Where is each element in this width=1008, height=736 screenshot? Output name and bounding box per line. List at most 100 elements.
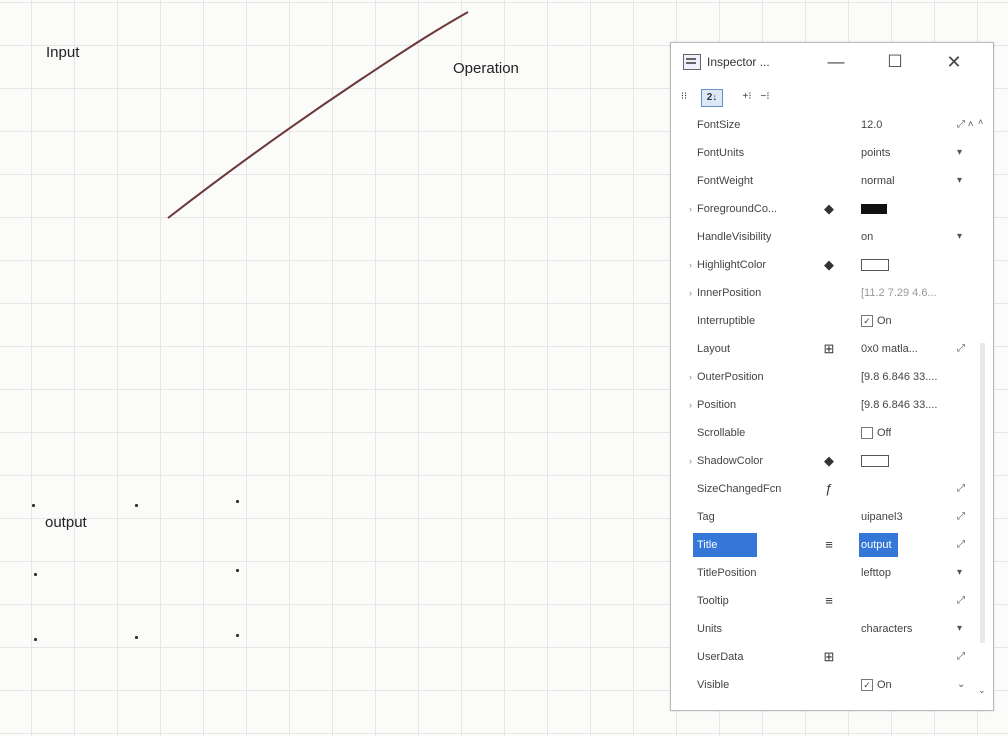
scroll-up-icon[interactable]: ˄ xyxy=(978,117,983,127)
property-value[interactable]: [9.8 6.846 33.... xyxy=(861,365,937,389)
property-value[interactable]: lefttop xyxy=(861,561,891,585)
property-row[interactable]: FontSize 12.0 ⤢ ˄ xyxy=(671,113,993,137)
property-value[interactable]: 12.0 xyxy=(861,113,882,137)
property-edit-icon[interactable]: ▾ xyxy=(957,169,962,193)
property-row[interactable]: Interruptible ✓ On xyxy=(671,309,993,333)
resize-handle[interactable] xyxy=(32,504,35,507)
property-row[interactable]: Visible ✓ On ⌄ xyxy=(671,673,993,697)
property-checkbox[interactable]: ✓ On xyxy=(861,673,892,697)
property-row[interactable]: HandleVisibility on ▾ xyxy=(671,225,993,249)
expand-arrow-icon[interactable]: › xyxy=(689,365,692,389)
property-edit-icon[interactable]: ⌄ xyxy=(957,673,965,697)
property-edit-icon[interactable]: ▾ xyxy=(957,225,962,249)
property-name: Tooltip xyxy=(697,595,729,607)
property-row[interactable]: Title ≡ output ⤢ xyxy=(671,533,993,557)
property-edit-icon[interactable]: ⤢ xyxy=(957,533,965,557)
minimize-button[interactable]: — xyxy=(821,49,851,75)
resize-handle[interactable] xyxy=(236,569,239,572)
property-edit-icon[interactable]: ⤢ xyxy=(957,645,965,669)
property-value[interactable]: normal xyxy=(861,169,895,193)
text-lines-icon[interactable]: ≡ xyxy=(821,589,837,613)
color-swatch-box[interactable] xyxy=(861,204,887,215)
property-row[interactable]: › ShadowColor ◆ xyxy=(671,449,993,473)
resize-handle[interactable] xyxy=(236,634,239,637)
property-name: Scrollable xyxy=(697,427,746,439)
property-row[interactable]: Layout ⊞ 0x0 matla... ⤢ xyxy=(671,337,993,361)
property-scrollbar[interactable]: ˄ ⌄ xyxy=(975,113,991,705)
property-row[interactable]: › Position [9.8 6.846 33.... xyxy=(671,393,993,417)
output-panel-title[interactable]: output xyxy=(45,514,87,531)
property-row[interactable]: UserData ⊞ ⤢ xyxy=(671,645,993,669)
property-name: Units xyxy=(697,623,723,635)
collapse-all-icon[interactable]: −⁝ xyxy=(757,89,773,105)
resize-handle[interactable] xyxy=(34,573,37,576)
inspector-titlebar[interactable]: Inspector ... — ☐ ✕ xyxy=(671,43,993,83)
property-edit-icon[interactable]: ⤢ xyxy=(957,505,965,529)
property-value[interactable]: [9.8 6.846 33.... xyxy=(861,393,937,417)
property-value[interactable]: on xyxy=(861,225,873,249)
color-swatch[interactable] xyxy=(861,449,889,473)
scroll-down-icon[interactable]: ⌄ xyxy=(978,685,986,696)
property-row[interactable]: Units characters ▾ xyxy=(671,617,993,641)
property-inspector-window[interactable]: Inspector ... — ☐ ✕ ⁝⁝ 2↓ +⁝ −⁝ FontSize… xyxy=(670,42,994,711)
property-checkbox[interactable]: Off xyxy=(861,421,891,445)
property-value[interactable]: 0x0 matla... xyxy=(861,337,918,361)
checkbox-icon[interactable]: ✓ xyxy=(861,679,873,692)
sort-alphabetical-icon[interactable]: 2↓ xyxy=(701,89,723,107)
property-row[interactable]: Tooltip ≡ ⤢ xyxy=(671,589,993,613)
property-checkbox[interactable]: ✓ On xyxy=(861,309,892,333)
paint-bucket-icon[interactable]: ◆ xyxy=(821,197,837,221)
resize-handle[interactable] xyxy=(236,500,239,503)
expand-arrow-icon[interactable]: › xyxy=(689,281,692,305)
categorized-view-icon[interactable]: ⁝⁝ xyxy=(677,89,691,105)
text-lines-icon[interactable]: ≡ xyxy=(821,533,837,557)
property-row[interactable]: › ForegroundCo... ◆ xyxy=(671,197,993,221)
property-name: ShadowColor xyxy=(697,455,764,467)
close-button[interactable]: ✕ xyxy=(939,49,969,75)
color-swatch[interactable] xyxy=(861,197,887,221)
expand-arrow-icon[interactable]: › xyxy=(689,449,692,473)
property-value[interactable]: uipanel3 xyxy=(861,505,903,529)
paint-bucket-icon[interactable]: ◆ xyxy=(821,253,837,277)
expand-all-icon[interactable]: +⁝ xyxy=(739,89,755,105)
property-row[interactable]: › HighlightColor ◆ xyxy=(671,253,993,277)
color-swatch[interactable] xyxy=(861,253,889,277)
expand-arrow-icon[interactable]: › xyxy=(689,197,692,221)
resize-handle[interactable] xyxy=(135,504,138,507)
property-row[interactable]: Scrollable Off xyxy=(671,421,993,445)
color-swatch-box[interactable] xyxy=(861,259,889,272)
property-edit-icon[interactable]: ⤢ xyxy=(957,589,965,613)
grid-icon[interactable]: ⊞ xyxy=(821,337,837,361)
property-row[interactable]: TitlePosition lefttop ▾ xyxy=(671,561,993,585)
property-value[interactable]: characters xyxy=(861,617,912,641)
color-swatch-box[interactable] xyxy=(861,455,889,468)
property-edit-icon[interactable]: ⤢ xyxy=(957,477,965,501)
property-row[interactable]: FontUnits points ▾ xyxy=(671,141,993,165)
expand-arrow-icon[interactable]: › xyxy=(689,393,692,417)
resize-handle[interactable] xyxy=(34,638,37,641)
expand-arrow-icon[interactable]: › xyxy=(689,253,692,277)
property-row[interactable]: SizeChangedFcn ƒ ⤢ xyxy=(671,477,993,501)
property-name: OuterPosition xyxy=(697,371,764,383)
property-edit-icon[interactable]: ▾ xyxy=(957,617,962,641)
property-value[interactable]: output xyxy=(859,533,898,557)
checkbox-icon[interactable]: ✓ xyxy=(861,315,873,328)
property-edit-icon[interactable]: ▾ xyxy=(957,561,962,585)
property-row[interactable]: › OuterPosition [9.8 6.846 33.... xyxy=(671,365,993,389)
property-value[interactable]: points xyxy=(861,141,890,165)
property-edit-icon[interactable]: ⤢ xyxy=(957,337,965,361)
property-value[interactable]: [11.2 7.29 4.6... xyxy=(861,281,937,305)
grid-icon[interactable]: ⊞ xyxy=(821,645,837,669)
property-edit-icon[interactable]: ▾ xyxy=(957,141,962,165)
property-name: FontSize xyxy=(697,119,741,131)
maximize-button[interactable]: ☐ xyxy=(880,49,910,75)
function-icon[interactable]: ƒ xyxy=(821,477,837,501)
property-edit-icon[interactable]: ⤢ ˄ xyxy=(957,113,974,137)
paint-bucket-icon[interactable]: ◆ xyxy=(821,449,837,473)
scroll-thumb[interactable] xyxy=(980,343,985,643)
property-row[interactable]: FontWeight normal ▾ xyxy=(671,169,993,193)
checkbox-icon[interactable] xyxy=(861,427,873,440)
resize-handle[interactable] xyxy=(135,636,138,639)
property-row[interactable]: Tag uipanel3 ⤢ xyxy=(671,505,993,529)
property-row[interactable]: › InnerPosition [11.2 7.29 4.6... xyxy=(671,281,993,305)
